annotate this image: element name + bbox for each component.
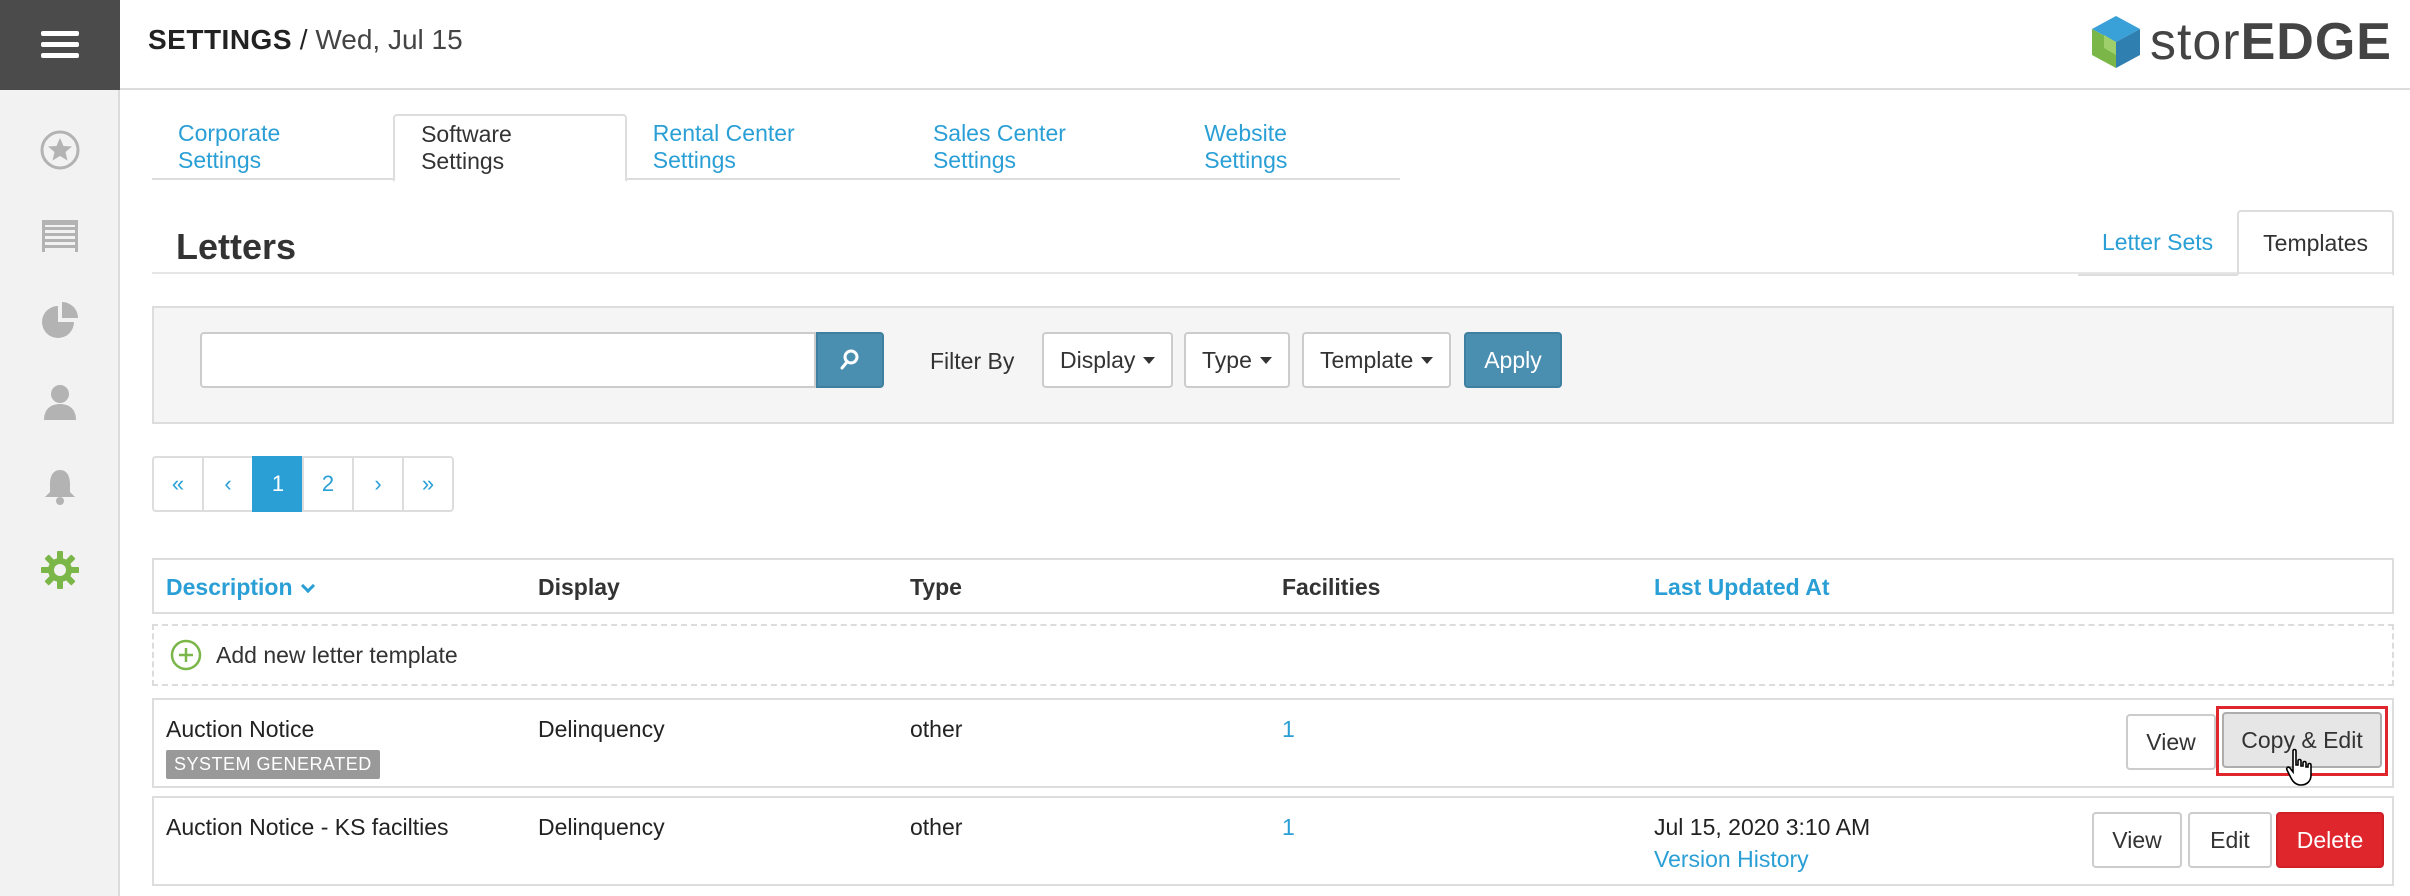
search-button[interactable] [816, 332, 884, 388]
notifications-nav[interactable] [30, 456, 90, 516]
settings-nav[interactable] [30, 540, 90, 600]
column-type: Type [910, 574, 962, 600]
top-bar: SETTINGS / Wed, Jul 15 stor EDGE [120, 0, 2410, 90]
row-last-updated: Jul 15, 2020 3:10 AM [1654, 814, 1871, 840]
breadcrumb-date: Wed, Jul 15 [315, 24, 463, 55]
row-type: other [910, 814, 963, 840]
star-icon [40, 130, 80, 170]
row-facilities-link[interactable]: 1 [1282, 716, 1295, 743]
user-icon [44, 385, 76, 420]
users-nav[interactable] [30, 372, 90, 432]
pie-chart-icon [42, 302, 78, 338]
chevron-down-icon [300, 578, 315, 594]
table-row: Auction Notice SYSTEM GENERATED Delinque… [152, 698, 2394, 788]
logo-cube-icon [2091, 16, 2140, 68]
pagination: « ‹ 1 2 › » [152, 456, 454, 512]
prev-page-button[interactable]: ‹ [202, 456, 254, 512]
page-2-button[interactable]: 2 [302, 456, 354, 512]
letters-sub-tabs: Letter Sets Templates [2077, 210, 2394, 276]
first-page-button[interactable]: « [152, 456, 204, 512]
settings-tabs: Corporate Settings Software Settings Ren… [152, 114, 1400, 182]
tab-letter-sets[interactable]: Letter Sets [2077, 210, 2238, 276]
app-root: SETTINGS / Wed, Jul 15 stor EDGE Corporat… [0, 0, 2410, 896]
row-description: Auction Notice [166, 716, 315, 742]
row-description: Auction Notice - KS facilties [166, 814, 449, 840]
column-description-label: Description [166, 574, 293, 600]
breadcrumb-separator: / [292, 24, 316, 55]
next-page-button[interactable]: › [352, 456, 404, 512]
add-letter-template[interactable]: Add new letter template [152, 624, 2394, 686]
system-generated-badge: SYSTEM GENERATED [166, 750, 380, 779]
bell-icon [45, 470, 75, 505]
reports-nav[interactable] [30, 290, 90, 350]
page-title: Letters [176, 226, 297, 267]
letters-header: Letters Letter Sets Templates [152, 210, 2394, 276]
hamburger-icon [41, 31, 79, 59]
column-last-updated[interactable]: Last Updated At [1654, 574, 1830, 601]
storage-nav[interactable] [30, 206, 90, 266]
row-display: Delinquency [538, 814, 665, 840]
column-facilities: Facilities [1282, 574, 1381, 600]
favorites-nav[interactable] [30, 120, 90, 180]
menu-button[interactable] [0, 0, 120, 90]
table-row: Auction Notice - KS facilties Delinquenc… [152, 796, 2394, 886]
type-dropdown[interactable]: Type [1184, 332, 1290, 388]
tab-sales-center-settings[interactable]: Sales Center Settings [907, 114, 1178, 180]
tab-templates[interactable]: Templates [2237, 210, 2394, 276]
search-input[interactable] [200, 332, 816, 388]
row-type: other [910, 716, 963, 742]
row-display: Delinquency [538, 716, 665, 742]
edit-button[interactable]: Edit [2188, 812, 2272, 868]
breadcrumb-section: SETTINGS [148, 24, 293, 55]
add-letter-template-label: Add new letter template [216, 641, 458, 668]
storedge-logo: stor EDGE [2088, 10, 2392, 74]
logo-text-bold: EDGE [2240, 13, 2392, 71]
display-dropdown[interactable]: Display [1042, 332, 1174, 388]
template-dropdown-label: Template [1320, 346, 1414, 373]
filter-bar: Filter By Display Type Template Apply [152, 306, 2394, 424]
plus-circle-icon [170, 639, 202, 671]
tab-corporate-settings[interactable]: Corporate Settings [152, 114, 393, 180]
breadcrumb: SETTINGS / Wed, Jul 15 [148, 24, 463, 56]
last-page-button[interactable]: » [402, 456, 454, 512]
tab-software-settings[interactable]: Software Settings [393, 114, 627, 182]
column-description[interactable]: Description [166, 574, 315, 601]
apply-button[interactable]: Apply [1464, 332, 1562, 388]
display-dropdown-label: Display [1060, 346, 1136, 373]
caret-down-icon [1421, 356, 1434, 364]
left-rail [0, 0, 120, 896]
caret-down-icon [1143, 356, 1156, 364]
tab-rental-center-settings[interactable]: Rental Center Settings [627, 114, 907, 180]
storage-icon [42, 220, 78, 252]
delete-button[interactable]: Delete [2276, 812, 2384, 868]
template-dropdown[interactable]: Template [1302, 332, 1452, 388]
row-facilities-link[interactable]: 1 [1282, 814, 1295, 841]
logo-text-light: stor [2149, 13, 2241, 71]
gear-icon [41, 551, 79, 589]
version-history-link[interactable]: Version History [1654, 846, 1809, 873]
type-dropdown-label: Type [1202, 346, 1252, 373]
view-button[interactable]: View [2092, 812, 2182, 868]
view-button[interactable]: View [2126, 714, 2216, 770]
table-header: Description Display Type Facilities Last… [152, 558, 2394, 614]
copy-edit-button[interactable]: Copy & Edit [2222, 712, 2382, 768]
search-icon [840, 349, 859, 370]
column-display: Display [538, 574, 620, 600]
caret-down-icon [1259, 356, 1272, 364]
filter-by-label: Filter By [930, 348, 1015, 374]
page-1-button[interactable]: 1 [252, 456, 304, 512]
tab-website-settings[interactable]: Website Settings [1178, 114, 1400, 180]
